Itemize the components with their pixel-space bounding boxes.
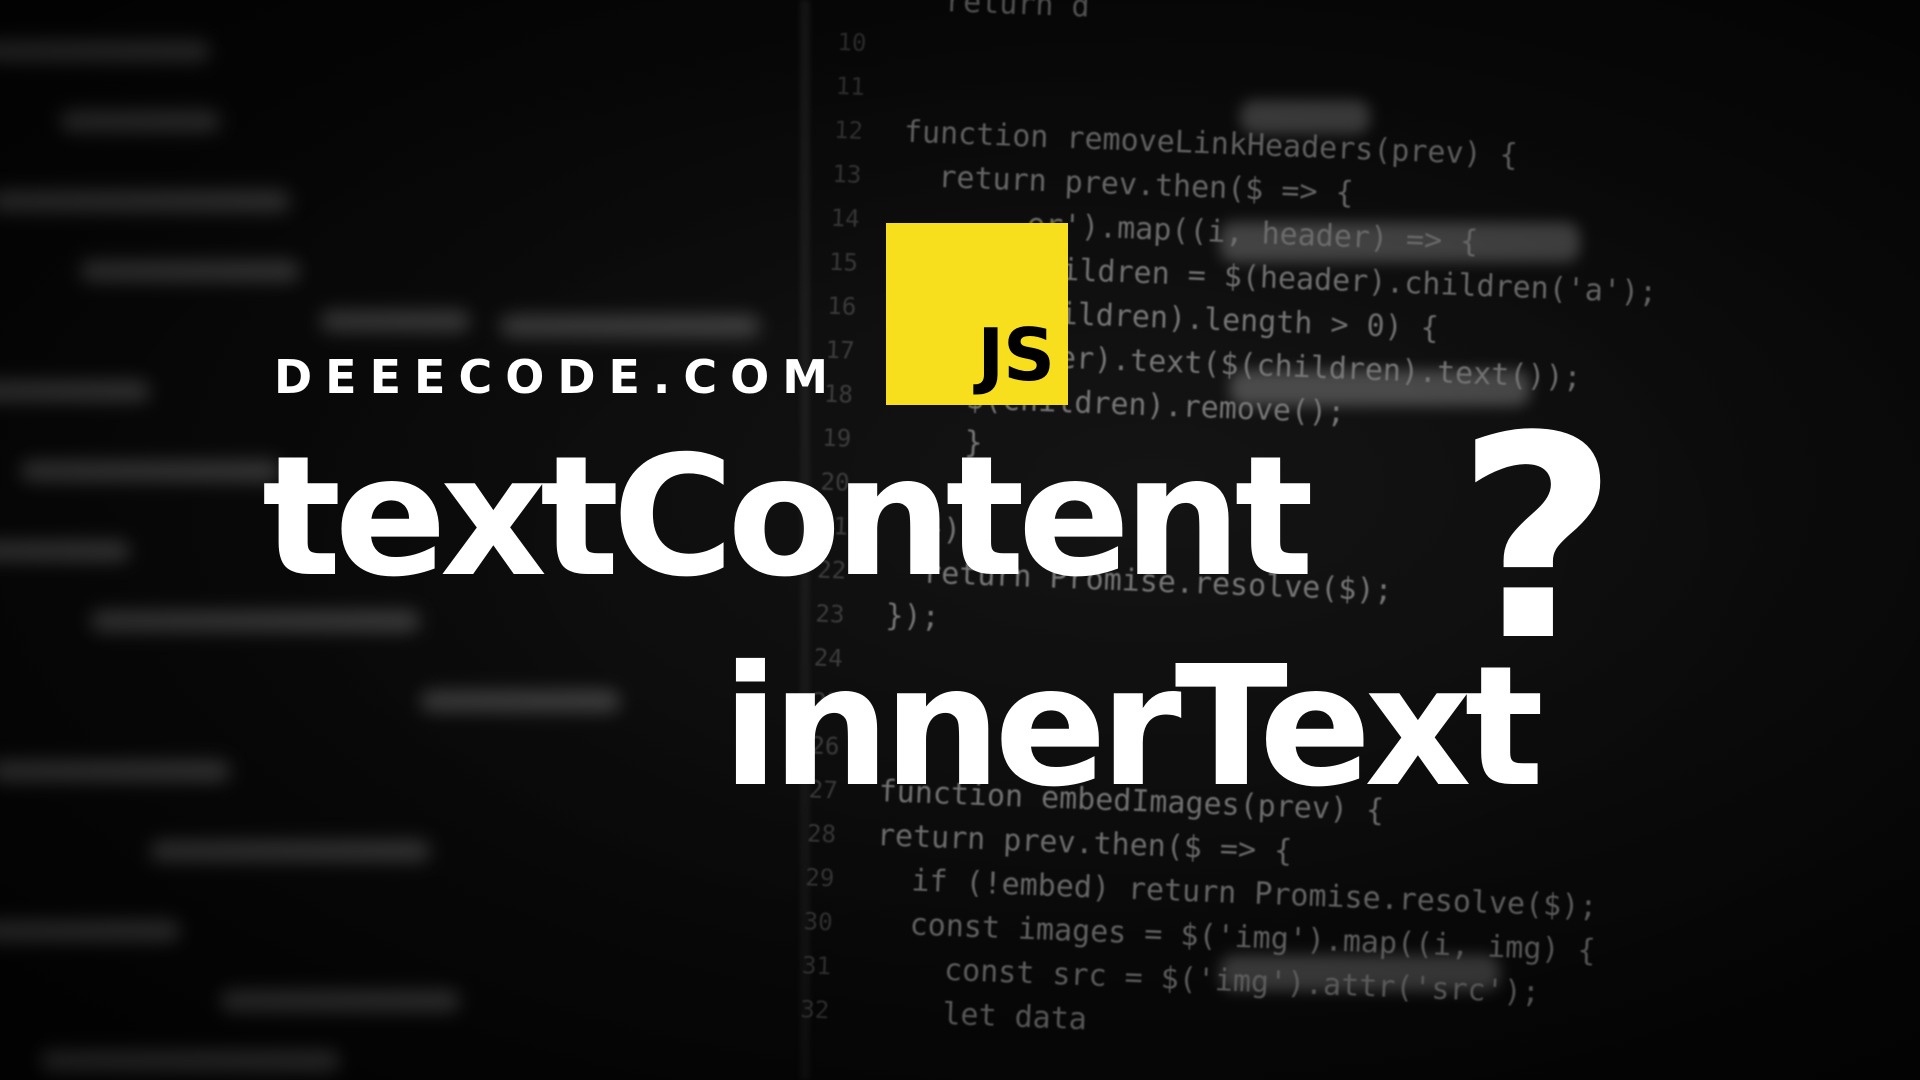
line-number: 12 bbox=[833, 115, 864, 145]
hero-banner: return d 10 11 12 function removeLinkHeaders… bbox=[0, 0, 1920, 1080]
line-number: 13 bbox=[831, 159, 862, 189]
line-number: 10 bbox=[836, 27, 867, 58]
line-number bbox=[838, 0, 910, 23]
blur-smudge bbox=[1220, 222, 1580, 262]
blur-smudge bbox=[1220, 955, 1500, 991]
headline-innertext: innerText bbox=[722, 631, 1544, 824]
js-logo-badge: JS bbox=[886, 223, 1068, 405]
line-number: 29 bbox=[804, 863, 835, 893]
line-number: 11 bbox=[835, 71, 866, 102]
blur-smudge bbox=[1240, 100, 1370, 134]
headline-textcontent: textContent bbox=[262, 421, 1314, 614]
code-text: let data bbox=[869, 993, 1088, 1038]
js-logo-label: JS bbox=[977, 313, 1055, 397]
site-brand: DEEECODE.COM bbox=[274, 350, 842, 404]
line-number: 30 bbox=[803, 907, 834, 937]
line-number: 32 bbox=[799, 995, 830, 1025]
line-number: 31 bbox=[801, 951, 832, 981]
